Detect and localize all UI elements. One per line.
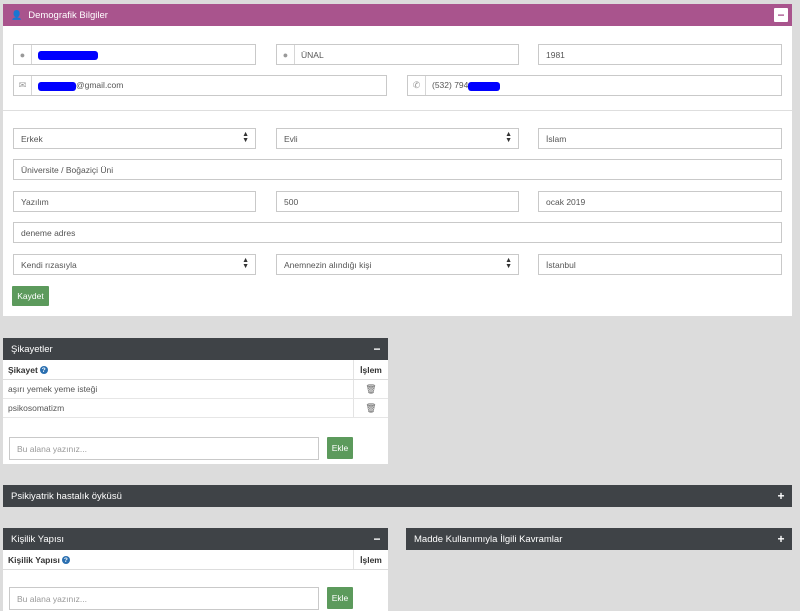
row-label: aşırı yemek yeme isteği [8,384,98,394]
city-field[interactable]: İstanbul [538,254,782,275]
psikiyatrik-title: Psikiyatrik hastalık öyküsü [11,490,122,502]
sikayetler-header[interactable]: Şikayetler − [3,338,388,360]
demografik-title: Demografik Bilgiler [28,9,108,21]
psikiyatrik-panel: Psikiyatrik hastalık öyküsü + [3,485,792,507]
kisilik-title: Kişilik Yapısı [11,533,64,545]
phone-field[interactable]: ✆ (532) 794 [407,75,782,96]
save-button[interactable]: Kaydet [12,286,49,306]
table-header: Kişilik Yapısı? İşlem [3,550,388,570]
select-arrows-icon: ▲ ▼ [242,131,249,144]
madde-title: Madde Kullanımıyla İlgili Kavramlar [414,533,563,545]
redacted-text [468,81,501,91]
envelope-icon: ✉ [14,76,32,95]
sikayet-input[interactable]: Bu alana yazınız... [9,437,319,460]
demografik-header[interactable]: 👤 Demografik Bilgiler − [3,4,792,26]
expand-button[interactable]: + [774,489,788,503]
madde-panel: Madde Kullanımıyla İlgili Kavramlar + [406,528,792,550]
source-select[interactable]: Anemnezin alındığı kişi ▲ ▼ [276,254,519,275]
phone-prefix: (532) 794 [432,80,469,91]
surname-value: ÜNAL [301,49,324,60]
column-header-islem: İşlem [353,550,388,569]
first-name-field[interactable]: ● [13,44,256,65]
collapse-button[interactable]: − [774,8,788,22]
religion-field[interactable]: İslam [538,128,782,149]
collapse-button[interactable]: − [370,342,384,356]
column-header-islem: İşlem [353,360,388,379]
admission-value: Kendi rızasıyla [21,259,77,270]
email-field[interactable]: ✉ @gmail.com [13,75,387,96]
phone-icon: ✆ [408,76,426,95]
divider [3,110,792,111]
select-arrows-icon: ▲ ▼ [505,257,512,270]
column-header-kisilik: Kişilik Yapısı [8,554,60,565]
admission-select[interactable]: Kendi rızasıyla ▲ ▼ [13,254,256,275]
table-row: psikosomatizm 🗑 [3,399,388,418]
select-arrows-icon: ▲ ▼ [505,131,512,144]
surname-field[interactable]: ● ÜNAL [276,44,519,65]
gender-value: Erkek [21,133,43,144]
kisilik-header[interactable]: Kişilik Yapısı − [3,528,388,550]
marital-select[interactable]: Evli ▲ ▼ [276,128,519,149]
job-field[interactable]: Yazılım [13,191,256,212]
date-field[interactable]: ocak 2019 [538,191,782,212]
birth-year-field[interactable]: 1981 [538,44,782,65]
sikayetler-title: Şikayetler [11,343,53,355]
email-suffix: @gmail.com [76,80,124,91]
kisilik-input[interactable]: Bu alana yazınız... [9,587,319,610]
user-icon: 👤 [11,9,23,20]
address-field[interactable]: deneme adres [13,222,782,243]
education-field[interactable]: Üniversite / Boğaziçi Üni [13,159,782,180]
table-row: aşırı yemek yeme isteği 🗑 [3,380,388,399]
trash-icon[interactable]: 🗑 [365,403,376,414]
source-value: Anemnezin alındığı kişi [284,259,372,270]
add-button[interactable]: Ekle [327,587,353,609]
select-arrows-icon: ▲ ▼ [242,257,249,270]
info-icon[interactable]: ? [61,556,70,565]
income-field[interactable]: 500 [276,191,519,212]
trash-icon[interactable]: 🗑 [365,384,376,395]
gender-select[interactable]: Erkek ▲ ▼ [13,128,256,149]
redacted-text [38,50,98,60]
expand-button[interactable]: + [774,532,788,546]
add-button[interactable]: Ekle [327,437,353,459]
marital-value: Evli [284,133,298,144]
user-icon: ● [277,45,295,64]
redacted-text [38,81,76,91]
info-icon[interactable]: ? [39,366,48,375]
madde-header[interactable]: Madde Kullanımıyla İlgili Kavramlar + [406,528,792,550]
table-header: Şikayet? İşlem [3,360,388,380]
user-icon: ● [14,45,32,64]
psikiyatrik-header[interactable]: Psikiyatrik hastalık öyküsü + [3,485,792,507]
collapse-button[interactable]: − [370,532,384,546]
row-label: psikosomatizm [8,403,65,413]
column-header-sikayet: Şikayet [8,364,38,375]
